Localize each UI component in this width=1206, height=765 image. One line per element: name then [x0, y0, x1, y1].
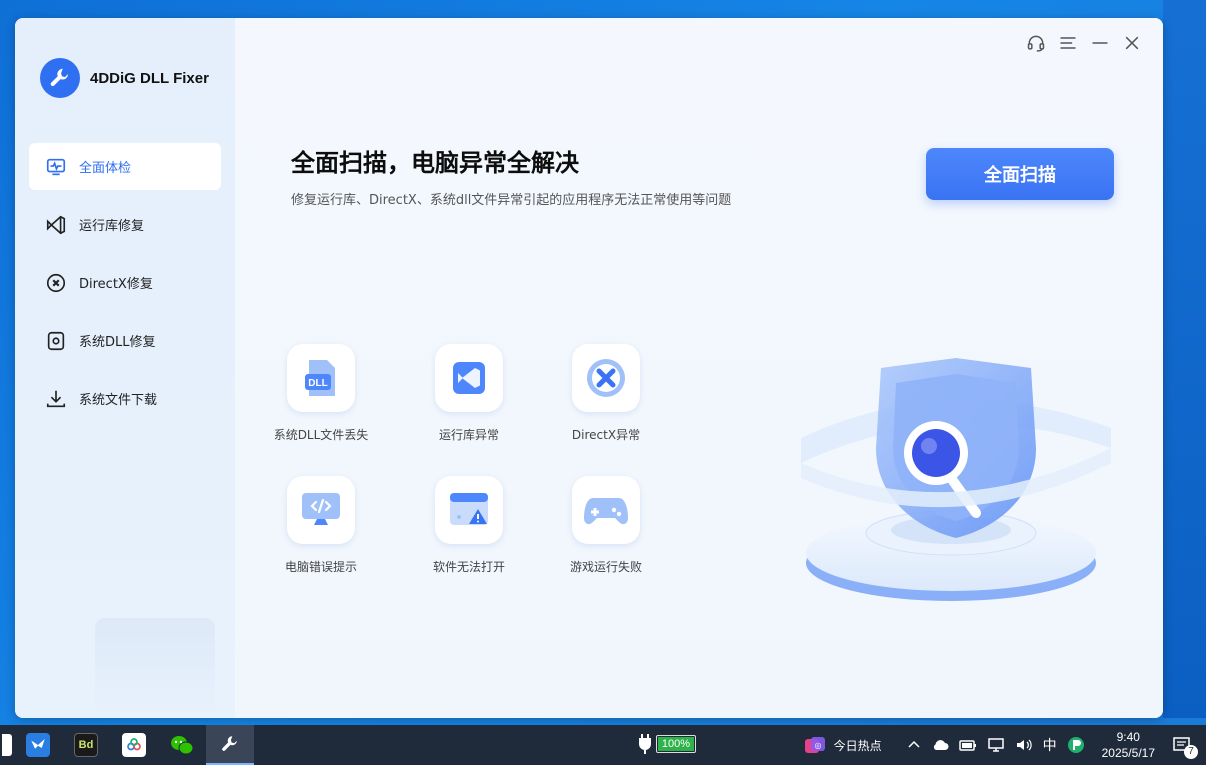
issue-item-runtime-error: 运行库异常 [409, 344, 529, 443]
issue-label: 软件无法打开 [432, 560, 505, 574]
shield-scan-illustration [781, 338, 1121, 608]
taskbar-app-partial[interactable] [0, 725, 14, 765]
app-icon [2, 734, 12, 756]
taskbar-app-dll-fixer[interactable] [206, 725, 254, 765]
news-label: 今日热点 [833, 738, 882, 753]
sidebar-item-directx-repair[interactable]: DirectX修复 [29, 259, 221, 306]
pulse-icon [46, 158, 66, 175]
wechat-icon [170, 733, 194, 757]
vs-runtime-icon [46, 215, 66, 234]
page-subtitle: 修复运行库、DirectX、系统dll文件异常引起的应用程序无法正常使用等问题 [291, 193, 732, 208]
close-icon[interactable] [1121, 32, 1143, 54]
bird-app-icon [26, 733, 50, 757]
clock-date: 2025/5/17 [1101, 746, 1155, 760]
x-circle-icon [46, 273, 66, 292]
bd-app-icon: Bd [74, 733, 98, 757]
system-tray: ◎ 今日热点 中 9:40 2025/5/17 7 [799, 725, 1206, 765]
minimize-icon[interactable] [1089, 32, 1111, 54]
directx-icon [572, 344, 640, 412]
cloud-icon[interactable] [931, 738, 949, 752]
sidebar-item-label: 系统DLL修复 [79, 335, 156, 350]
taskbar-app-wechat[interactable] [158, 725, 206, 765]
sidebar-item-label: DirectX修复 [79, 277, 153, 292]
desktop-background [1163, 0, 1206, 718]
issue-label: 电脑错误提示 [284, 560, 357, 574]
sidebar-item-dll-repair[interactable]: 系统DLL修复 [29, 317, 221, 364]
gear-box-icon [47, 331, 65, 350]
issue-label: 系统DLL文件丢失 [273, 428, 369, 442]
issue-item-pc-error: 电脑错误提示 [261, 476, 381, 575]
sidebar-item-label: 运行库修复 [79, 219, 145, 234]
sidebar-nav: 全面体检 运行库修复 DirectX修复 系统DLL修复 系统文件下载 [29, 143, 221, 433]
issue-label: 运行库异常 [438, 428, 499, 442]
download-icon [46, 390, 66, 407]
full-scan-button[interactable]: 全面扫描 [926, 148, 1114, 200]
sidebar-item-label: 系统文件下载 [79, 393, 158, 408]
battery-indicator[interactable]: 100% [638, 734, 696, 754]
headset-icon[interactable] [1025, 32, 1047, 54]
dll-badge-text: DLL [308, 378, 327, 389]
cloud-drive-icon [122, 733, 146, 757]
battery-percent: 100% [658, 737, 694, 751]
taskbar: Bd 100% ◎ 今日热点 中 9:40 2025/5/17 7 [0, 725, 1206, 765]
issue-item-game-fail: 游戏运行失败 [546, 476, 666, 575]
notification-count: 7 [1184, 745, 1198, 759]
ime-indicator[interactable]: 中 [1043, 735, 1057, 755]
sidebar-item-label: 全面体检 [79, 161, 132, 176]
sidebar: 4DDiG DLL Fixer 全面体检 运行库修复 DirectX修复 系统D… [15, 18, 235, 718]
issue-label: DirectX异常 [571, 428, 641, 442]
page-title: 全面扫描，电脑异常全解决 [291, 149, 579, 177]
battery-tray-icon[interactable] [958, 738, 977, 752]
issue-item-dll-missing: DLL 系统DLL文件丢失 [261, 344, 381, 443]
power-plug-icon [639, 734, 651, 754]
svg-text:◎: ◎ [814, 741, 821, 750]
news-widget[interactable]: ◎ 今日热点 [804, 735, 882, 755]
app-logo: 4DDiG DLL Fixer [40, 58, 209, 98]
clock[interactable]: 9:40 2025/5/17 [1102, 729, 1155, 761]
issue-item-software-fail: 软件无法打开 [409, 476, 529, 575]
vs-runtime-icon [435, 344, 503, 412]
sidebar-item-file-download[interactable]: 系统文件下载 [29, 375, 221, 422]
monitor-code-icon [287, 476, 355, 544]
app-name: 4DDiG DLL Fixer [90, 69, 209, 87]
wrench-app-icon [218, 732, 242, 756]
wrench-logo-icon [40, 58, 80, 98]
sidebar-item-full-check[interactable]: 全面体检 [29, 143, 221, 190]
taskbar-app-bd[interactable]: Bd [62, 725, 110, 765]
green-app-icon[interactable] [1067, 736, 1085, 754]
network-icon[interactable] [987, 737, 1005, 753]
app-window: 4DDiG DLL Fixer 全面体检 运行库修复 DirectX修复 系统D… [15, 18, 1163, 718]
gamepad-icon [572, 476, 640, 544]
taskbar-app-bird[interactable] [14, 725, 62, 765]
clock-time: 9:40 [1116, 730, 1140, 744]
volume-icon[interactable] [1015, 737, 1033, 753]
battery-box: 100% [656, 735, 696, 753]
taskbar-app-cloud-drive[interactable] [110, 725, 158, 765]
sidebar-item-runtime-repair[interactable]: 运行库修复 [29, 201, 221, 248]
main-panel: 全面扫描，电脑异常全解决 修复运行库、DirectX、系统dll文件异常引起的应… [235, 18, 1163, 718]
issue-label: 游戏运行失败 [569, 560, 642, 574]
menu-icon[interactable] [1057, 32, 1079, 54]
issue-item-directx-error: DirectX异常 [546, 344, 666, 443]
window-warning-icon [435, 476, 503, 544]
window-controls [1025, 32, 1143, 54]
chevron-up-icon[interactable] [907, 738, 921, 752]
notification-button[interactable]: 7 [1172, 735, 1198, 759]
sidebar-decoration [95, 618, 215, 718]
dll-file-icon: DLL [287, 344, 355, 412]
news-icon: ◎ [804, 737, 825, 753]
